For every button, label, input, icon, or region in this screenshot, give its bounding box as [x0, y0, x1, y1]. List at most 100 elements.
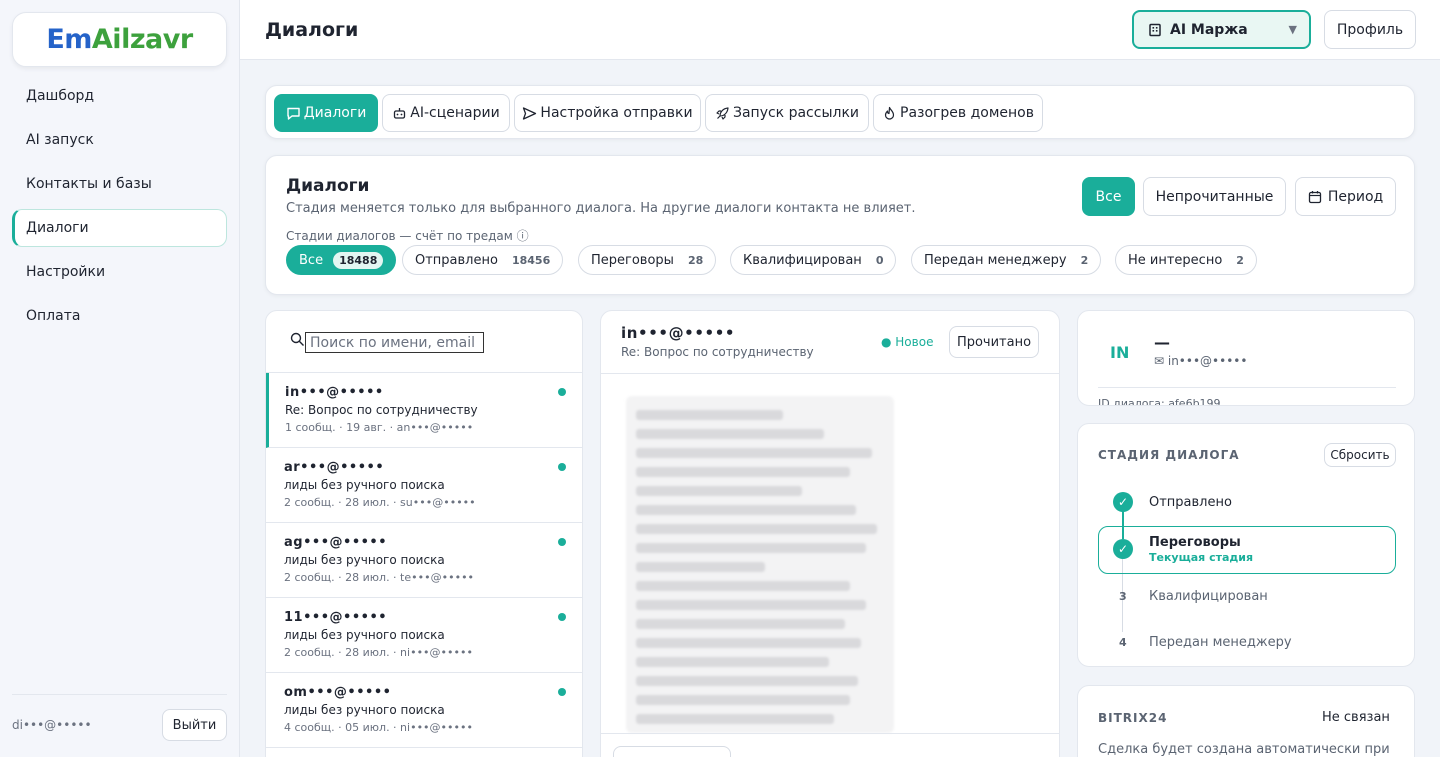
- profile-button[interactable]: Профиль: [1324, 10, 1416, 49]
- dialog-stage-card: СТАДИЯ ДИАЛОГА Сбросить ✓ Отправлено ✓ П…: [1077, 423, 1415, 667]
- message-status: ● Новое: [881, 335, 934, 349]
- stage-pill-negotiation[interactable]: Переговоры 28: [578, 245, 717, 275]
- workspace-select[interactable]: AI Маржа ▼: [1132, 10, 1311, 49]
- reset-stage-button[interactable]: Сбросить: [1324, 443, 1396, 467]
- dialog-meta: 1 сообщ. · 19 авг. · an•••@•••••: [285, 421, 474, 434]
- tab-dialogs[interactable]: Диалоги: [274, 94, 378, 132]
- stage-item-handed[interactable]: Передан менеджеру: [1149, 635, 1292, 650]
- check-icon: ✓: [1113, 492, 1133, 512]
- sidebar-footer: di•••@••••• Выйти: [12, 694, 227, 741]
- dialog-meta: 4 сообщ. · 05 июл. · ni•••@•••••: [284, 721, 473, 734]
- tab-ai-scenarios[interactable]: AI-сценарии: [382, 94, 510, 132]
- tab-launch-campaign[interactable]: Запуск рассылки: [705, 94, 869, 132]
- filter-all-button[interactable]: Все: [1082, 177, 1135, 216]
- pill-count: 28: [687, 253, 704, 267]
- sidebar-item-ai-launch[interactable]: AI запуск: [12, 121, 227, 159]
- dialog-item[interactable]: 11•••@••••• лиды без ручного поиска 2 со…: [266, 598, 582, 673]
- stage-number: 4: [1119, 636, 1127, 649]
- dialogs-filter-card: Диалоги Стадия меняется только для выбра…: [265, 155, 1415, 295]
- dialog-list: in•••@••••• Re: Вопрос по сотрудничеству…: [265, 310, 583, 757]
- pill-label: Квалифицирован: [743, 252, 862, 268]
- calendar-icon: [1308, 190, 1322, 204]
- unread-dot: [558, 388, 566, 396]
- dialog-item[interactable]: ag•••@••••• лиды без ручного поиска 2 со…: [266, 523, 582, 598]
- unread-dot: [558, 688, 566, 696]
- unread-dot: [558, 613, 566, 621]
- rocket-icon: [715, 106, 730, 121]
- pill-label: Не интересно: [1128, 252, 1223, 268]
- message-subject: Re: Вопрос по сотрудничеству: [621, 345, 814, 359]
- stage-item-label: Переговоры: [1149, 535, 1241, 550]
- bitrix-card: BITRIX24 Не связан Сделка будет создана …: [1077, 685, 1415, 757]
- section-tabs: Диалоги AI-сценарии Настройка отправки З…: [265, 85, 1415, 139]
- filter-period-button[interactable]: Период: [1295, 177, 1396, 216]
- search-bar: [266, 311, 582, 373]
- pill-count: 18456: [511, 253, 551, 267]
- dialog-from: ar•••@•••••: [284, 460, 385, 475]
- logo[interactable]: EmAilzavr: [12, 12, 227, 67]
- sidebar-item-dashboard[interactable]: Дашборд: [12, 77, 227, 115]
- tab-label: Диалоги: [303, 105, 367, 121]
- pill-count: 2: [1236, 253, 1244, 267]
- filter-unread-button[interactable]: Непрочитанные: [1143, 177, 1286, 216]
- dialog-subject: лиды без ручного поиска: [284, 553, 445, 567]
- dialog-meta: 2 сообщ. · 28 июл. · su•••@•••••: [284, 496, 476, 509]
- unread-dot: [558, 538, 566, 546]
- dialog-id: ID диалога: afe6b199: [1098, 397, 1221, 406]
- sidebar-item-payment[interactable]: Оплата: [12, 297, 227, 335]
- pill-label: Все: [299, 252, 324, 268]
- tab-send-settings[interactable]: Настройка отправки: [514, 94, 701, 132]
- tab-label: Запуск рассылки: [732, 105, 859, 121]
- bitrix-status: Не связан: [1322, 710, 1390, 725]
- logo-text: EmAilzavr: [46, 24, 193, 55]
- message-from: in•••@•••••: [621, 324, 736, 342]
- pill-count: 0: [875, 253, 884, 267]
- chat-icon: [286, 106, 301, 121]
- pill-count: 2: [1080, 253, 1089, 267]
- sidebar-nav: Дашборд AI запуск Контакты и базы Диалог…: [12, 77, 227, 341]
- contact-name: —: [1154, 333, 1170, 352]
- dialog-item[interactable]: ar•••@••••• лиды без ручного поиска 2 со…: [266, 448, 582, 523]
- sidebar-item-dialogs[interactable]: Диалоги: [12, 209, 227, 247]
- pill-label: Передан менеджеру: [924, 252, 1067, 268]
- stage-item-qualified[interactable]: Квалифицирован: [1149, 589, 1268, 604]
- tab-domain-warmup[interactable]: Разогрев доменов: [873, 94, 1043, 132]
- contact-email: ✉ in•••@•••••: [1154, 354, 1248, 368]
- stage-pill-qualified[interactable]: Квалифицирован 0: [730, 245, 897, 275]
- dialog-meta: 2 сообщ. · 28 июл. · te•••@•••••: [284, 571, 475, 584]
- page-title: Диалоги: [265, 19, 359, 41]
- sidebar-item-contacts[interactable]: Контакты и базы: [12, 165, 227, 203]
- sidebar: EmAilzavr Дашборд AI запуск Контакты и б…: [0, 0, 240, 757]
- stage-title: СТАДИЯ ДИАЛОГА: [1098, 448, 1240, 462]
- check-icon: ✓: [1113, 539, 1133, 559]
- mark-read-button[interactable]: Прочитано: [949, 326, 1039, 358]
- stage-item-sent[interactable]: Отправлено: [1149, 495, 1232, 510]
- pill-label: Переговоры: [591, 252, 674, 268]
- pill-label: Отправлено: [415, 252, 498, 268]
- message-header: in•••@••••• Re: Вопрос по сотрудничеству…: [601, 311, 1059, 374]
- dialog-subject: лиды без ручного поиска: [284, 628, 445, 642]
- sidebar-item-settings[interactable]: Настройки: [12, 253, 227, 291]
- pill-count: 18488: [333, 251, 384, 269]
- divider: [1098, 387, 1396, 388]
- logout-button[interactable]: Выйти: [162, 709, 227, 741]
- search-icon: [290, 332, 305, 351]
- stage-pill-all[interactable]: Все 18488: [286, 245, 397, 275]
- reply-button[interactable]: [613, 746, 731, 757]
- dialog-item[interactable]: om•••@••••• лиды без ручного поиска 4 со…: [266, 673, 582, 748]
- workspace-label: AI Маржа: [1170, 21, 1248, 38]
- stage-pill-handed[interactable]: Передан менеджеру 2: [911, 245, 1102, 275]
- unread-dot: [558, 463, 566, 471]
- search-input[interactable]: [305, 332, 484, 353]
- dialog-subject: Re: Вопрос по сотрудничеству: [285, 403, 478, 417]
- dialog-item[interactable]: in•••@••••• Re: Вопрос по сотрудничеству…: [266, 373, 582, 448]
- message-footer: [601, 733, 1059, 757]
- dialog-subject: лиды без ручного поиска: [284, 703, 445, 717]
- stage-item-negotiation[interactable]: [1098, 526, 1396, 574]
- stage-pill-not-interested[interactable]: Не интересно 2: [1115, 245, 1257, 275]
- chevron-down-icon: ▼: [1288, 23, 1297, 36]
- tab-label: AI-сценарии: [410, 105, 500, 121]
- stage-pill-sent[interactable]: Отправлено 18456: [402, 245, 564, 275]
- dialog-from: ag•••@•••••: [284, 535, 388, 550]
- message-view: in•••@••••• Re: Вопрос по сотрудничеству…: [600, 310, 1060, 757]
